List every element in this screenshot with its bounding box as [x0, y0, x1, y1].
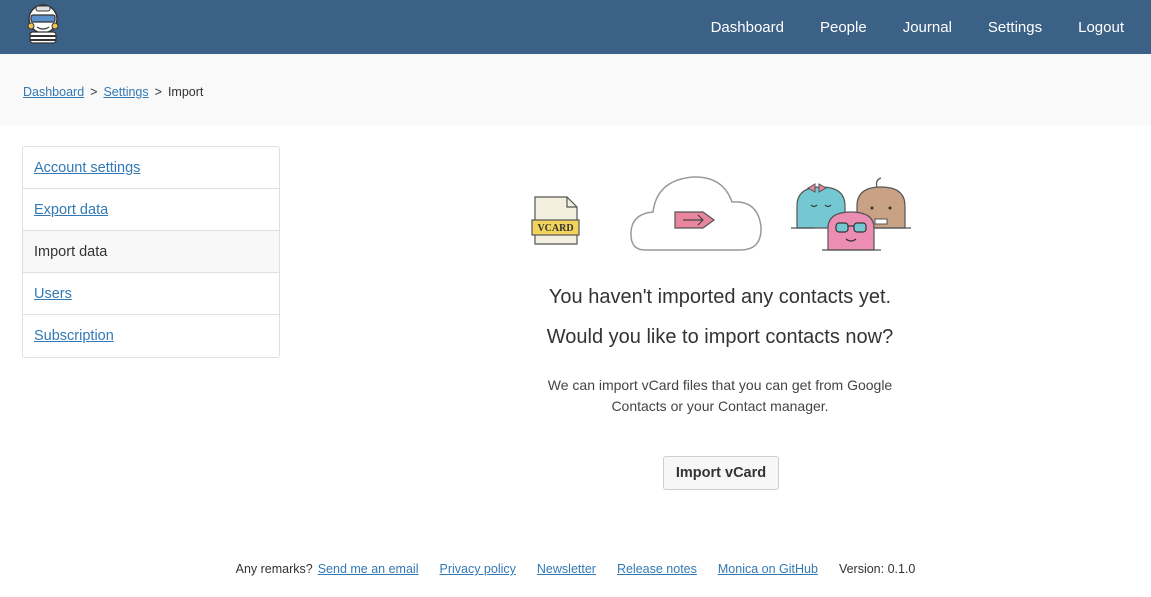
sidebar-link-export-data[interactable]: Export data	[34, 202, 108, 218]
breadcrumb-separator: >	[90, 85, 98, 99]
empty-state-description: We can import vCard files that you can g…	[400, 375, 1040, 417]
sidebar-link-subscription[interactable]: Subscription	[34, 328, 114, 344]
footer: Any remarks? Send me an email Privacy po…	[0, 562, 1151, 576]
footer-newsletter-link[interactable]: Newsletter	[537, 562, 596, 576]
import-illustration: VCARD	[531, 176, 911, 251]
empty-state-title: You haven't imported any contacts yet.	[548, 286, 892, 308]
top-navbar: Dashboard People Journal Settings Logout	[0, 0, 1151, 54]
settings-sidebar: Account settings Export data Import data…	[22, 146, 280, 358]
contacts-faces-icon	[791, 177, 911, 251]
sidebar-item-import-data: Import data	[23, 231, 279, 273]
sidebar-item-users[interactable]: Users	[23, 273, 279, 315]
breadcrumb-dashboard[interactable]: Dashboard	[23, 85, 84, 99]
sidebar-link-account-settings[interactable]: Account settings	[34, 160, 140, 176]
sidebar-item-subscription[interactable]: Subscription	[23, 315, 279, 357]
breadcrumb-separator: >	[154, 85, 162, 99]
nav-people[interactable]: People	[820, 19, 867, 36]
sidebar-item-account-settings[interactable]: Account settings	[23, 147, 279, 189]
breadcrumb-bar: Dashboard > Settings > Import	[0, 54, 1151, 125]
nav-settings[interactable]: Settings	[988, 19, 1042, 36]
import-vcard-button[interactable]: Import vCard	[663, 456, 779, 490]
sidebar-item-export-data[interactable]: Export data	[23, 189, 279, 231]
description-line: We can import vCard files that you can g…	[547, 377, 893, 393]
footer-version: Version: 0.1.0	[838, 562, 916, 576]
footer-github-link[interactable]: Monica on GitHub	[718, 562, 818, 576]
vcard-label: VCARD	[537, 223, 573, 234]
description-line: Contacts or your Contact manager.	[611, 398, 829, 414]
footer-privacy-link[interactable]: Privacy policy	[439, 562, 515, 576]
main-nav: Dashboard People Journal Settings Logout	[675, 0, 1124, 54]
vcard-file-icon: VCARD	[531, 196, 580, 245]
empty-state-subtitle: Would you like to import contacts now?	[546, 326, 894, 348]
sidebar-label-import-data: Import data	[34, 243, 108, 260]
monica-logo-icon[interactable]	[22, 2, 64, 44]
footer-remarks: Any remarks?	[235, 562, 313, 576]
nav-logout[interactable]: Logout	[1078, 19, 1124, 36]
cloud-icon	[630, 176, 762, 251]
nav-journal[interactable]: Journal	[903, 19, 952, 36]
sidebar-link-users[interactable]: Users	[34, 286, 72, 302]
footer-email-link[interactable]: Send me an email	[318, 562, 419, 576]
nav-dashboard[interactable]: Dashboard	[711, 19, 784, 36]
breadcrumb-settings[interactable]: Settings	[103, 85, 148, 99]
footer-release-notes-link[interactable]: Release notes	[617, 562, 697, 576]
breadcrumb-current: Import	[167, 85, 204, 99]
breadcrumb: Dashboard > Settings > Import	[23, 85, 203, 99]
